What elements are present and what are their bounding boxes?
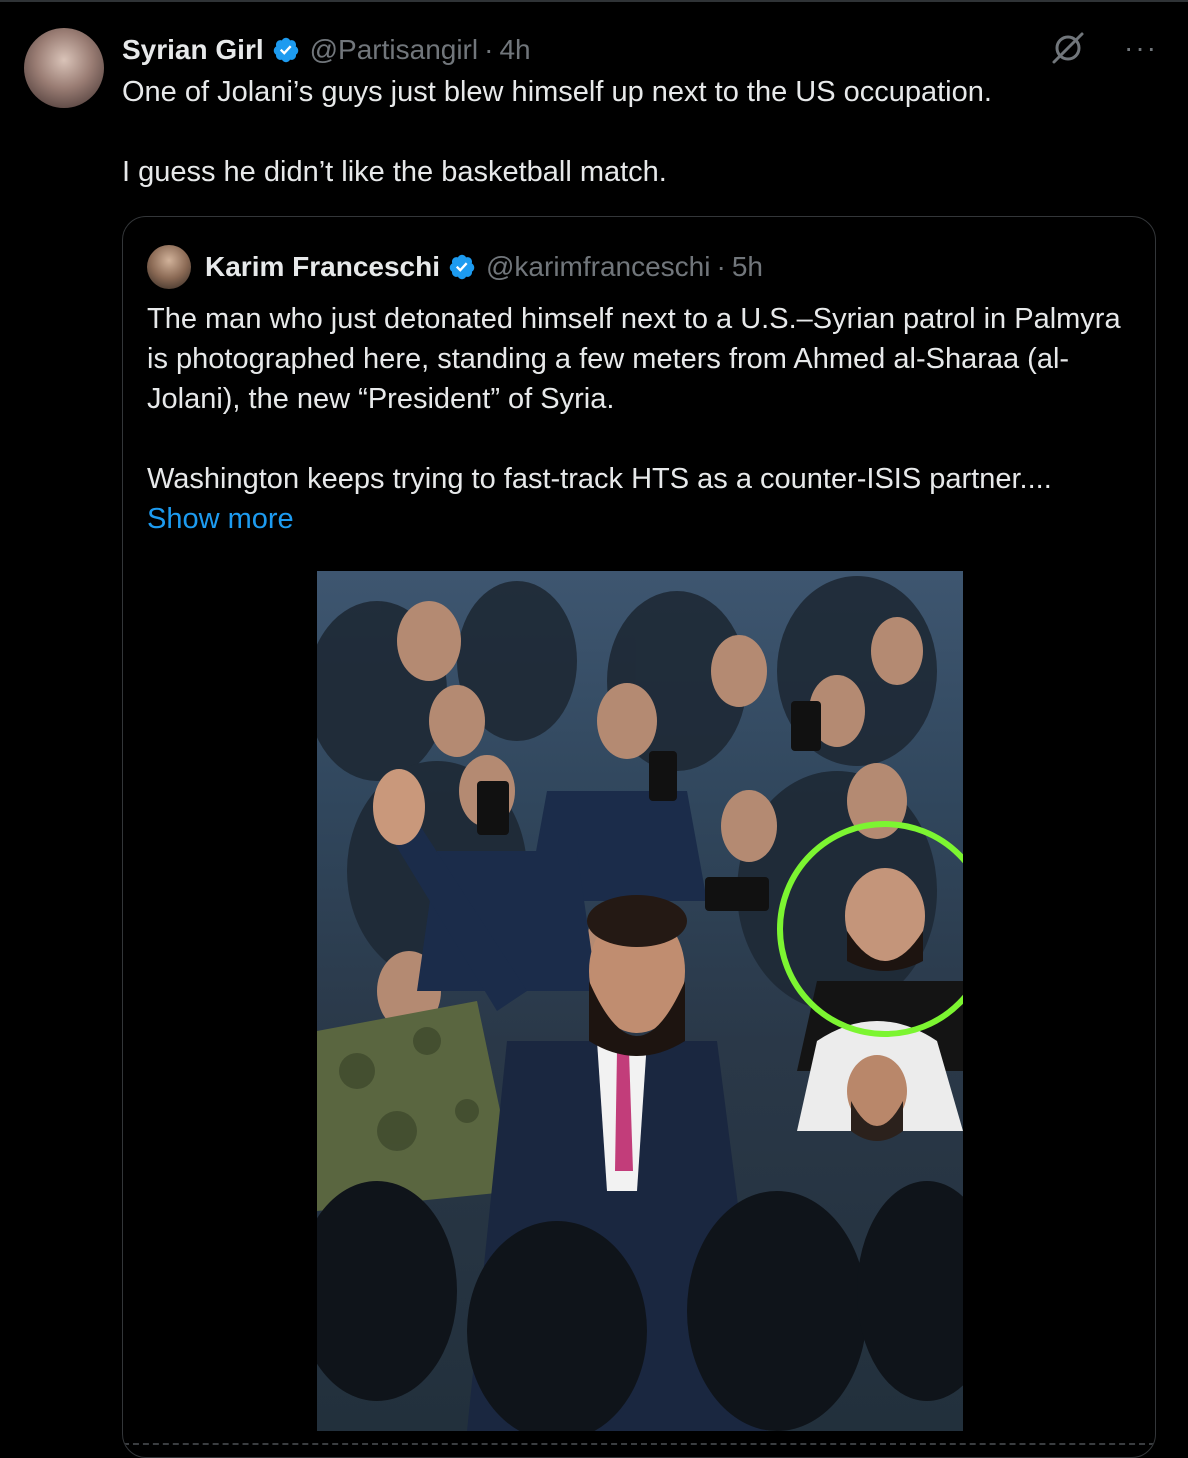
author-handle[interactable]: @Partisangirl [310,34,478,66]
quoted-tweet-text: The man who just detonated himself next … [147,299,1127,539]
quoted-author-display-name[interactable]: Karim Franceschi [205,251,440,283]
tweet-timestamp[interactable]: 4h [499,34,530,66]
quoted-tweet-paragraph: The man who just detonated himself next … [147,303,1121,415]
card-divider [123,1443,1155,1457]
verified-badge-icon [273,37,298,63]
quoted-tweet-header: Karim Franceschi @karimfranceschi · 5h [147,245,763,289]
tweet-actions: ··· [1048,28,1158,68]
top-divider [0,0,1188,2]
separator-dot: · [716,251,726,282]
author-display-name[interactable]: Syrian Girl [122,34,264,66]
crowd-photo-illustration [317,576,963,1431]
author-avatar[interactable] [24,28,104,108]
tweet-text-line: I guess he didn’t like the basketball ma… [122,156,667,188]
quoted-tweet-paragraph-text: Washington keeps trying to fast-track HT… [147,463,1052,495]
tweet-text: One of Jolani’s guys just blew himself u… [122,72,1152,192]
more-options-icon[interactable]: ··· [1124,28,1158,68]
quoted-tweet-photo[interactable] [317,571,963,1431]
quoted-author-handle[interactable]: @karimfranceschi [486,251,710,283]
separator-dot: · [484,34,494,65]
tweet-header: Syrian Girl @Partisangirl · 4h [122,30,531,70]
tweet-text-line: One of Jolani’s guys just blew himself u… [122,76,992,108]
quoted-tweet-card[interactable]: Karim Franceschi @karimfranceschi · 5h T… [122,216,1156,1458]
quoted-tweet-timestamp[interactable]: 5h [732,251,763,283]
grok-icon[interactable] [1048,28,1088,68]
quoted-author-avatar[interactable] [147,245,191,289]
show-more-link[interactable]: Show more [147,499,1127,539]
quoted-tweet-paragraph: Washington keeps trying to fast-track HT… [147,459,1127,539]
verified-badge-icon [449,254,475,280]
